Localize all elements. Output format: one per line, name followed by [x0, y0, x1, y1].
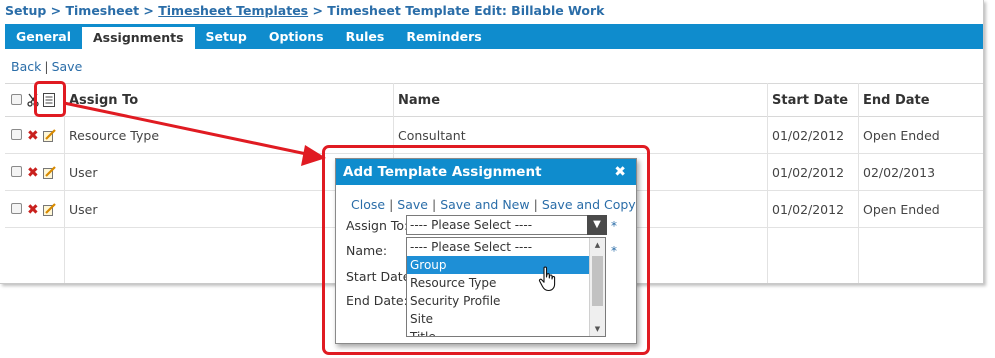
tab-bar: General Assignments Setup Options Rules … [5, 24, 983, 49]
scroll-up-icon[interactable]: ▲ [590, 238, 605, 252]
assign-to-select[interactable]: ---- Please Select ---- ▼ [406, 215, 607, 235]
breadcrumb-current: > Timesheet Template Edit: Billable Work [308, 3, 605, 18]
add-template-assignment-dialog: Add Template Assignment ✖ Close | Save | Sav… [335, 158, 637, 344]
column-header-end-date[interactable]: End Date [863, 93, 930, 108]
tab-options[interactable]: Options [258, 24, 335, 49]
name-label: Name: [346, 243, 388, 258]
required-asterisk: * [611, 244, 617, 258]
edit-pencil-icon[interactable] [43, 166, 56, 179]
dropdown-option[interactable]: ---- Please Select ---- [407, 238, 589, 256]
dialog-title: Add Template Assignment [343, 164, 542, 180]
column-divider [767, 83, 768, 283]
dialog-title-bar: Add Template Assignment ✖ [336, 159, 636, 185]
delete-x-icon[interactable]: ✖ [27, 203, 39, 217]
delete-x-icon[interactable]: ✖ [27, 129, 39, 143]
action-separator: | [44, 59, 49, 74]
tab-setup[interactable]: Setup [195, 24, 258, 49]
delete-x-icon[interactable]: ✖ [27, 166, 39, 180]
hand-pointer-icon [538, 266, 556, 292]
dropdown-option[interactable]: Title [407, 328, 589, 336]
close-link[interactable]: Close [351, 197, 385, 212]
action-separator: | [389, 197, 394, 212]
breadcrumb: Setup > Timesheet > Timesheet Templates … [5, 3, 604, 18]
dropdown-option-selected[interactable]: Group [407, 256, 589, 274]
chevron-down-icon[interactable]: ▼ [587, 215, 607, 235]
end-date-label: End Date: [346, 293, 408, 308]
edit-pencil-icon[interactable] [43, 203, 56, 216]
page-actions: Back | Save [11, 59, 82, 74]
cell-start-date: 01/02/2012 [772, 202, 845, 217]
breadcrumb-prefix: Setup > Timesheet > [5, 3, 159, 18]
dropdown-option[interactable]: Resource Type [407, 274, 589, 292]
scroll-thumb[interactable] [592, 256, 603, 306]
scroll-down-icon[interactable]: ▼ [590, 322, 605, 336]
cell-end-date: Open Ended [863, 128, 940, 143]
column-header-name[interactable]: Name [398, 93, 440, 108]
column-header-start-date[interactable]: Start Date [772, 93, 848, 108]
row-checkbox[interactable] [11, 203, 22, 214]
edit-pencil-icon[interactable] [43, 129, 56, 142]
dropdown-scrollbar[interactable]: ▲ ▼ [589, 238, 605, 336]
cell-end-date: Open Ended [863, 202, 940, 217]
dropdown-option[interactable]: Security Profile [407, 292, 589, 310]
grid-header: Assign To Name Start Date End Date [5, 83, 983, 117]
save-and-new-link[interactable]: Save and New [440, 197, 529, 212]
dialog-actions: Close | Save | Save and New | Save and Copy [351, 197, 636, 212]
assign-to-dropdown-list: ---- Please Select ---- Group Resource T… [406, 237, 606, 337]
back-link[interactable]: Back [11, 59, 41, 74]
tab-assignments[interactable]: Assignments [82, 27, 195, 49]
assign-to-label: Assign To: [346, 218, 409, 233]
required-asterisk: * [611, 219, 617, 233]
assign-to-select-value: ---- Please Select ---- [410, 218, 533, 232]
breadcrumb-link-timesheet-templates[interactable]: Timesheet Templates [158, 3, 308, 18]
column-header-assign-to[interactable]: Assign To [69, 93, 138, 108]
dropdown-option[interactable]: Site [407, 310, 589, 328]
cell-start-date: 01/02/2012 [772, 128, 845, 143]
tab-reminders[interactable]: Reminders [395, 24, 492, 49]
save-link[interactable]: Save [52, 59, 83, 74]
column-divider [858, 83, 859, 283]
highlight-box-list-icon [34, 81, 66, 117]
cell-end-date: 02/02/2013 [863, 165, 936, 180]
select-all-checkbox[interactable] [11, 94, 22, 105]
cell-assign-to: User [69, 165, 98, 180]
cell-start-date: 01/02/2012 [772, 165, 845, 180]
tab-general[interactable]: General [5, 24, 82, 49]
row-checkbox[interactable] [11, 166, 22, 177]
save-link[interactable]: Save [397, 197, 428, 212]
action-separator: | [431, 197, 437, 212]
cell-assign-to: Resource Type [69, 128, 160, 143]
save-and-copy-link[interactable]: Save and Copy [542, 197, 636, 212]
tab-rules[interactable]: Rules [335, 24, 396, 49]
row-checkbox[interactable] [11, 129, 22, 140]
action-separator: | [533, 197, 538, 212]
close-icon[interactable]: ✖ [614, 159, 626, 185]
cell-assign-to: User [69, 202, 98, 217]
start-date-label: Start Date: [346, 269, 415, 284]
cell-name: Consultant [398, 128, 466, 143]
